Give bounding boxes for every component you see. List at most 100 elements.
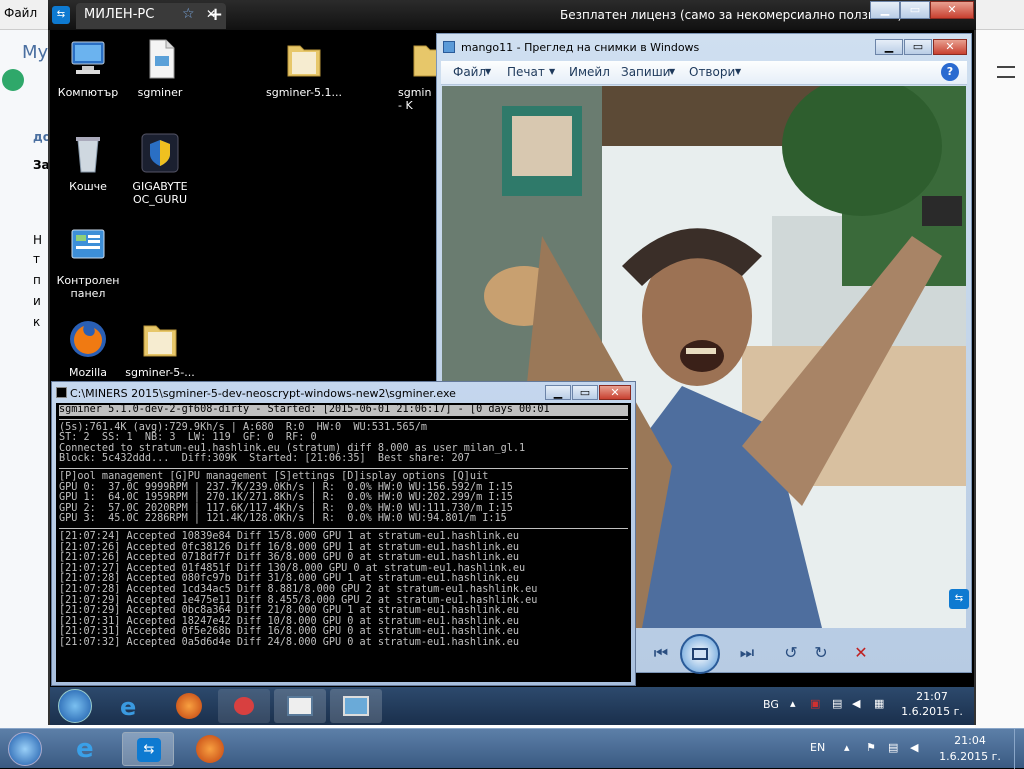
outer-app-icon[interactable] (2, 69, 24, 91)
remote-lang-indicator[interactable]: BG (763, 698, 779, 711)
slideshow-button[interactable] (680, 634, 720, 674)
desktop-icon-sgminer-5[interactable]: sgminer-5-... (122, 318, 198, 379)
pv-maximize-button[interactable]: ▭ (904, 39, 932, 55)
console-window: C:\MINERS 2015\sgminer-5-dev-neoscrypt-w… (51, 381, 636, 686)
desktop-icon-label: GIGABYTE OC_GURU (132, 180, 188, 206)
console-menu-line: [P]ool management [G]PU management [S]et… (59, 470, 489, 482)
desktop-icon-computer[interactable]: Компютър (50, 38, 126, 99)
previous-icon[interactable]: ⏮ (646, 640, 676, 666)
tv-maximize-button[interactable]: ▭ (900, 1, 930, 19)
computer-icon (66, 38, 110, 80)
desktop-icon-recycle-bin[interactable]: Кошче (50, 132, 126, 193)
menu-file[interactable]: Файл (453, 65, 486, 79)
license-text: Безплатен лиценз (само за некомерсиално … (560, 8, 903, 22)
remote-taskbar-app[interactable] (218, 689, 270, 723)
desktop-icon-sgminer-folder[interactable]: sgminer-5.1... (258, 38, 350, 99)
local-clock-date[interactable]: 1.6.2015 г. (928, 750, 1012, 763)
desktop-icon-label: sgmin - K (398, 86, 432, 112)
teamviewer-icon: ⇆ (137, 738, 161, 762)
tab-label: МИЛЕН-PC (84, 7, 155, 22)
tray-expand-icon[interactable]: ▴ (844, 741, 850, 754)
firefox-icon (176, 693, 202, 719)
log-line: [21:07:24] Accepted 10839e84 Diff 15/8.0… (59, 530, 520, 542)
console-separator (59, 525, 628, 529)
help-icon[interactable]: ? (941, 63, 959, 81)
desktop-icon-sgminer[interactable]: sgminer (122, 38, 198, 99)
tv-minimize-button[interactable]: ▁ (870, 1, 900, 19)
remote-taskbar-firefox[interactable] (162, 689, 214, 723)
desktop-icon-label: sgminer-5-... (125, 366, 195, 379)
hamburger-menu-icon[interactable] (997, 66, 1015, 78)
outer-letter-3: Н (33, 233, 43, 247)
local-clock-time[interactable]: 21:04 (940, 734, 1000, 747)
app-icon (234, 697, 254, 715)
show-desktop-button[interactable] (1014, 729, 1024, 769)
folder-icon (138, 318, 182, 360)
pv-close-button[interactable]: ✕ (933, 39, 967, 55)
chevron-down-icon: ▼ (549, 67, 556, 76)
remote-clock-time[interactable]: 21:07 (902, 690, 962, 703)
desktop-icon-control-panel[interactable]: Контролен панел (50, 226, 126, 300)
console-output[interactable]: sgminer 5.1.0-dev-2-gf608-dirty - Starte… (56, 403, 631, 682)
start-button[interactable] (8, 732, 42, 766)
taskbar-ie[interactable]: e (62, 732, 114, 766)
log-line: [21:07:28] Accepted 1cd34ac5 Diff 8.881/… (59, 583, 538, 595)
pv-minimize-button[interactable]: ▁ (875, 39, 903, 55)
delete-icon[interactable]: ✕ (846, 640, 876, 666)
rotate-right-icon[interactable]: ↻ (806, 640, 836, 666)
desktop-icon-label: sgminer (137, 86, 183, 99)
remote-clock-date[interactable]: 1.6.2015 г. (890, 705, 974, 718)
desktop-icon-mozilla[interactable]: Mozilla (50, 318, 126, 379)
tray-icon[interactable]: ▤ (832, 697, 842, 710)
menu-burn[interactable]: Запиши (621, 65, 670, 79)
photo-viewer-icon (343, 696, 369, 716)
console-minimize-button[interactable]: ▁ (545, 385, 571, 400)
teamviewer-side-icon[interactable]: ⇆ (949, 589, 969, 609)
photo-viewer-controls: ⏮ ⏭ ↺ ↻ ✕ (642, 634, 972, 674)
teamviewer-titlebar: ⇆ МИЛЕН-PC ☆ ✕ + Безплатен лиценз (само … (48, 0, 976, 30)
taskbar-firefox[interactable] (184, 732, 236, 766)
menu-print[interactable]: Печат (507, 65, 545, 79)
volume-icon[interactable]: ◀ (910, 741, 918, 754)
desktop-icon-gigabyte[interactable]: GIGABYTE OC_GURU (122, 132, 198, 206)
slideshow-icon (692, 648, 708, 660)
volume-icon[interactable]: ◀ (852, 697, 860, 710)
photo-viewer-menubar: Файл ▼ Печат ▼ Имейл Запиши ▼ Отвори ▼ ? (441, 61, 967, 85)
remote-taskbar-console[interactable] (274, 689, 326, 723)
outer-letter-6: и (33, 294, 41, 308)
chevron-down-icon: ▼ (669, 67, 676, 76)
console-close-button[interactable]: ✕ (599, 385, 631, 400)
local-lang-indicator[interactable]: EN (810, 741, 825, 754)
photo-viewer-title: mango11 - Преглед на снимки в Windows (461, 41, 700, 54)
log-line: [21:07:32] Accepted 0a5d6d4e Diff 24/8.0… (59, 636, 520, 648)
tray-icon[interactable]: ▴ (790, 697, 796, 710)
tab-remote-session[interactable]: МИЛЕН-PC ☆ ✕ (76, 3, 226, 29)
console-title: C:\MINERS 2015\sgminer-5-dev-neoscrypt-w… (70, 387, 456, 400)
gpu-line: GPU 3: 45.0C 2286RPM | 121.4K/128.0Kh/s … (59, 513, 507, 525)
new-tab-button[interactable]: + (208, 4, 223, 25)
remote-start-button[interactable] (58, 689, 92, 723)
gigabyte-oc-guru-icon (138, 132, 182, 174)
internet-explorer-icon: e (120, 693, 137, 721)
tray-icon[interactable]: ⚑ (866, 741, 876, 754)
menu-email[interactable]: Имейл (569, 65, 610, 79)
outer-letter-5: п (33, 273, 41, 287)
tray-icon[interactable]: ▦ (874, 697, 884, 710)
desktop-icon-sgminer-k[interactable]: sgmin - K (398, 38, 438, 112)
rotate-left-icon[interactable]: ↺ (776, 640, 806, 666)
remote-taskbar-photo-viewer[interactable] (330, 689, 382, 723)
chevron-down-icon: ▼ (485, 67, 492, 76)
taskbar-teamviewer[interactable]: ⇆ (122, 732, 174, 766)
tv-close-button[interactable]: ✕ (930, 1, 974, 19)
outer-file-label[interactable]: Файл (4, 6, 37, 20)
remote-taskbar-ie[interactable]: e (106, 689, 158, 723)
star-icon[interactable]: ☆ (182, 6, 195, 22)
network-icon[interactable]: ▣ (810, 697, 820, 710)
console-maximize-button[interactable]: ▭ (572, 385, 598, 400)
internet-explorer-icon: e (76, 734, 94, 764)
tray-icon[interactable]: ▤ (888, 741, 898, 754)
local-taskbar: e ⇆ EN ▴ ⚑ ▤ ◀ 21:04 1.6.2015 г. (0, 728, 1024, 769)
next-icon[interactable]: ⏭ (732, 640, 762, 666)
console-separator (59, 465, 628, 469)
menu-open[interactable]: Отвори (689, 65, 735, 79)
